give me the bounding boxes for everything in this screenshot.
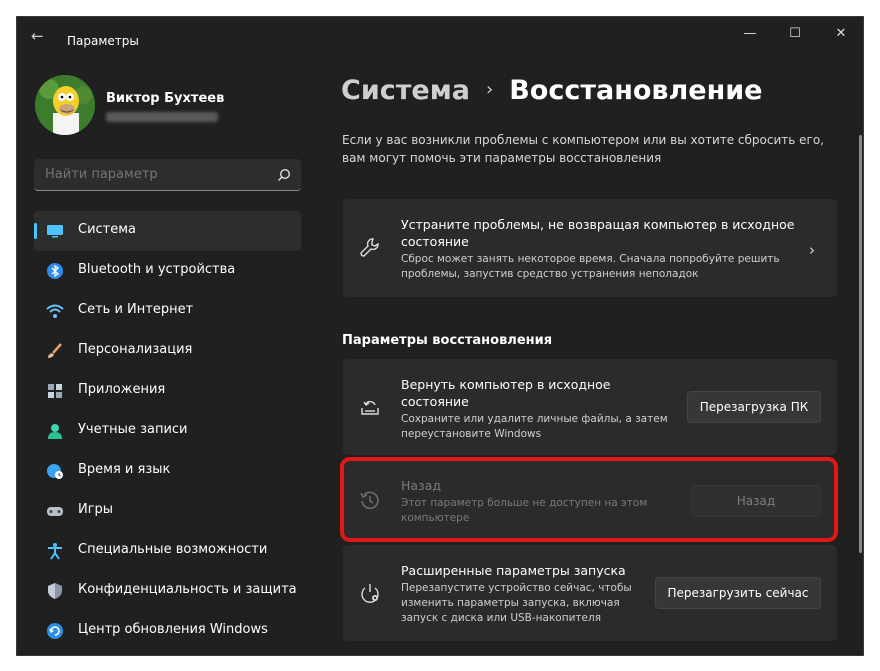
go-back-button[interactable]: Назад [691,485,821,517]
intro-text: Если у вас возникли проблемы с компьютер… [342,133,824,165]
settings-window: ← Параметры — ☐ ✕ Виктор Бухтеев Найти п… [16,16,864,656]
advanced-startup-desc: Перезапустите устройство сейчас, чтобы и… [401,582,632,624]
search-input[interactable] [45,167,265,182]
apps-icon [48,384,62,398]
section-title: Параметры восстановления [342,333,553,348]
sidebar-item-label: Учетные записи [78,422,188,437]
sidebar-item-time-language[interactable]: Время и язык [34,451,301,491]
user-name: Виктор Бухтеев [106,91,225,106]
troubleshoot-desc: Сброс может занять некоторое время. Снач… [401,253,780,280]
sidebar-item-label: Система [78,222,137,237]
back-arrow-icon[interactable]: ← [31,27,49,45]
troubleshoot-card[interactable]: Устраните проблемы, не возвращая компьют… [343,199,837,297]
shield-icon [48,583,62,599]
sidebar-item-label: Игры [78,502,114,517]
search-icon[interactable] [277,168,291,182]
sidebar-item-label: Персонализация [78,342,193,357]
close-icon[interactable]: ✕ [818,23,863,45]
wifi-icon [46,304,64,318]
sidebar-item-label: Сеть и Интернет [78,302,194,317]
sidebar-nav: Система Bluetooth и устройства Сеть и Ин… [34,211,301,651]
person-icon [48,424,62,439]
sidebar-item-apps[interactable]: Приложения [34,371,301,411]
search-box[interactable] [34,159,301,191]
advanced-startup-title: Расширенные параметры запуска [401,563,626,578]
minimize-icon[interactable]: — [727,23,773,45]
breadcrumb: Система › Восстановление [341,75,762,106]
reset-pc-button[interactable]: Перезагрузка ПК [687,391,821,423]
sidebar-item-privacy[interactable]: Конфиденциальность и защита [34,571,301,611]
sidebar-item-bluetooth[interactable]: Bluetooth и устройства [34,251,301,291]
advanced-startup-icon [361,584,379,603]
sidebar-item-gaming[interactable]: Игры [34,491,301,531]
go-back-card: Назад Этот параметр больше не доступен н… [343,460,837,540]
globe-clock-icon [47,464,63,479]
sidebar-item-label: Bluetooth и устройства [78,262,236,277]
advanced-startup-card: Расширенные параметры запуска Перезапуст… [343,545,837,641]
monitor-icon [47,225,63,238]
breadcrumb-parent[interactable]: Система [341,75,470,106]
sidebar-item-personalization[interactable]: Персонализация [34,331,301,371]
bluetooth-icon [47,263,63,279]
accessibility-icon [48,543,62,560]
scrollbar[interactable] [859,135,862,553]
reset-pc-desc: Сохраните или удалите личные файлы, а за… [401,413,668,440]
maximize-icon[interactable]: ☐ [772,23,818,45]
restart-now-button[interactable]: Перезагрузить сейчас [655,577,821,609]
reset-pc-icon [361,400,379,415]
sidebar-item-label: Специальные возможности [78,542,268,557]
sidebar-item-label: Время и язык [78,462,171,477]
update-icon [47,623,63,639]
sidebar-item-accessibility[interactable]: Специальные возможности [34,531,301,571]
page-title: Восстановление [509,75,763,106]
breadcrumb-separator: › [486,79,494,100]
go-back-desc: Этот параметр больше не доступен на этом… [401,497,648,524]
sidebar-item-label: Конфиденциальность и защита [78,582,297,597]
brush-icon [48,343,62,358]
reset-pc-card: Вернуть компьютер в исходное состояние С… [343,359,837,455]
wrench-icon [360,238,379,257]
sidebar-item-label: Центр обновления Windows [78,622,268,637]
sidebar-item-label: Приложения [78,382,166,397]
go-back-title: Назад [401,478,442,493]
troubleshoot-title: Устраните проблемы, не возвращая компьют… [401,217,795,249]
history-icon [360,491,379,510]
sidebar-item-windows-update[interactable]: Центр обновления Windows [34,611,301,651]
avatar [35,75,95,135]
sidebar-item-accounts[interactable]: Учетные записи [34,411,301,451]
sidebar-item-network[interactable]: Сеть и Интернет [34,291,301,331]
app-title: Параметры [67,34,139,48]
sidebar-item-system[interactable]: Система [34,211,301,251]
gamepad-icon [47,507,63,516]
titlebar: ← Параметры — ☐ ✕ [17,17,863,51]
user-email-blurred [106,112,218,122]
reset-pc-title: Вернуть компьютер в исходное состояние [401,377,611,409]
chevron-right-icon: › [809,241,815,259]
